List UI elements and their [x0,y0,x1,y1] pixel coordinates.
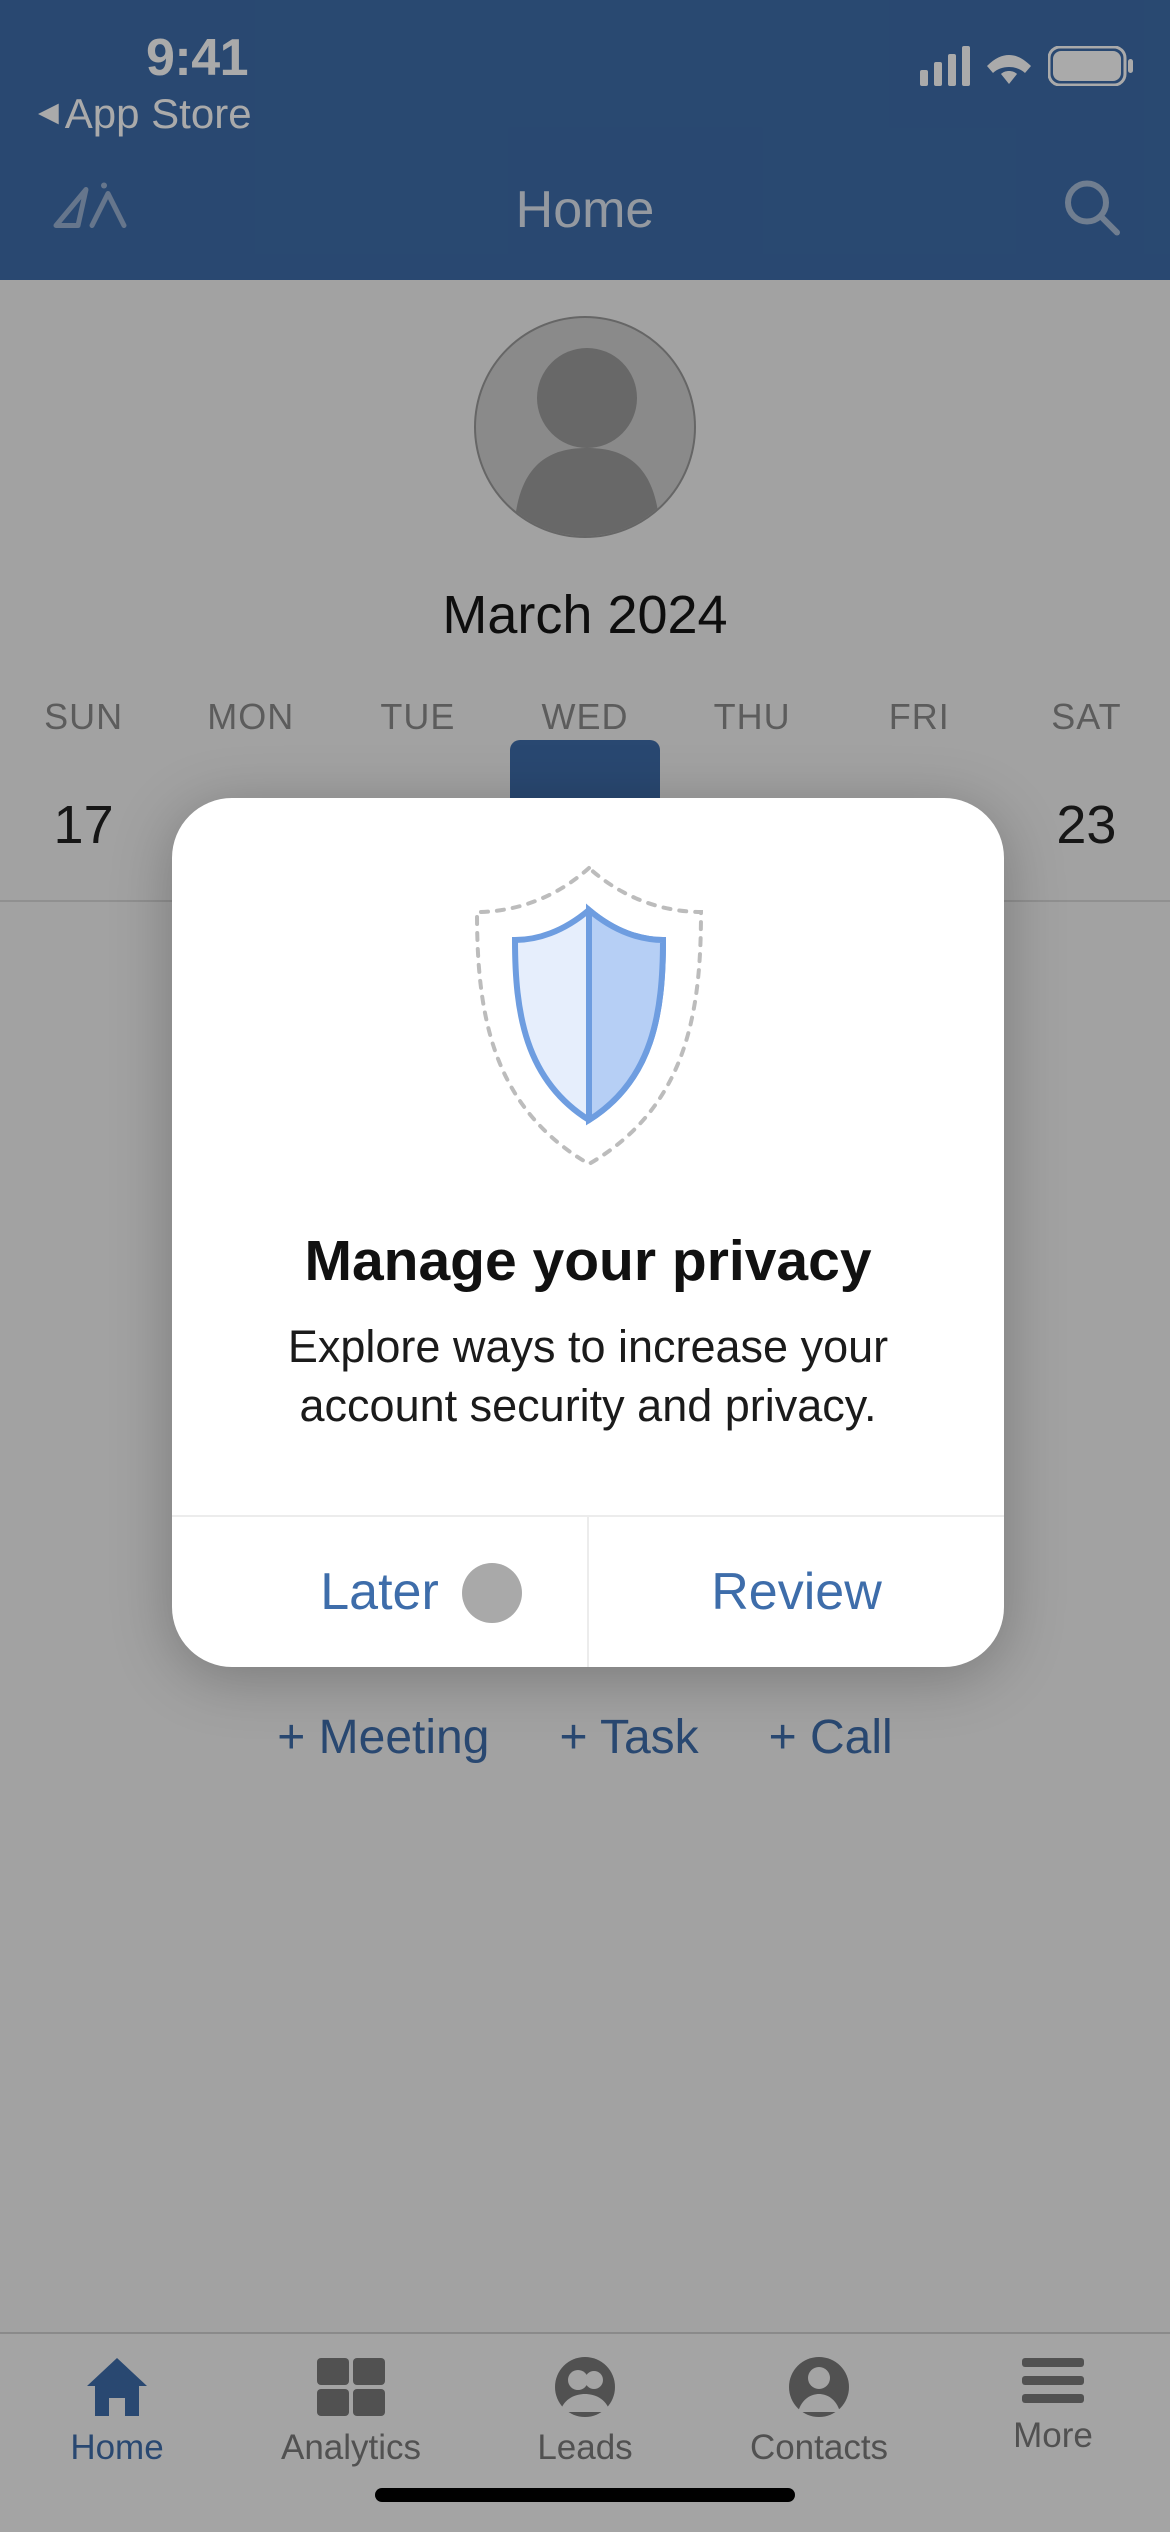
modal-later-button[interactable]: Later [172,1517,589,1667]
shield-icon [461,862,716,1172]
touch-indicator-icon [462,1563,522,1623]
modal-subtitle: Explore ways to increase your account se… [232,1318,944,1435]
privacy-modal: Manage your privacy Explore ways to incr… [172,798,1004,1667]
modal-later-label: Later [320,1562,439,1622]
modal-title: Manage your privacy [304,1228,871,1294]
modal-review-button[interactable]: Review [589,1517,1004,1667]
modal-review-label: Review [711,1562,882,1622]
